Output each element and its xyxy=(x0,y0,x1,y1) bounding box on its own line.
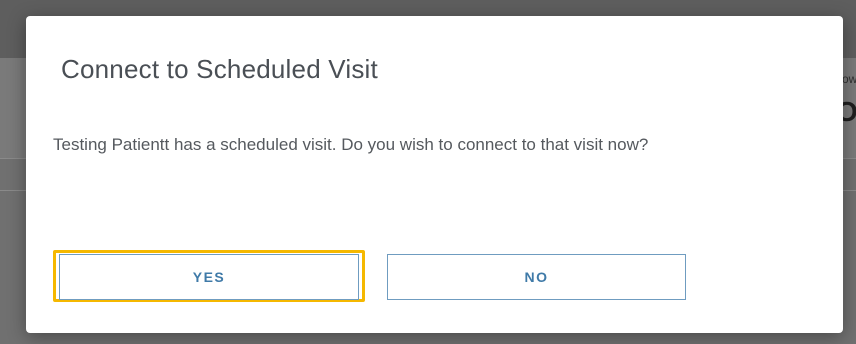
backdrop-partial-label: ow xyxy=(842,72,856,86)
no-button[interactable]: NO xyxy=(387,254,686,300)
dialog-message: Testing Patientt has a scheduled visit. … xyxy=(53,135,649,154)
dialog-title: Connect to Scheduled Visit xyxy=(61,54,378,84)
scheduled-visit-dialog: Connect to Scheduled Visit Testing Patie… xyxy=(26,16,843,333)
yes-button[interactable]: YES xyxy=(59,254,359,300)
